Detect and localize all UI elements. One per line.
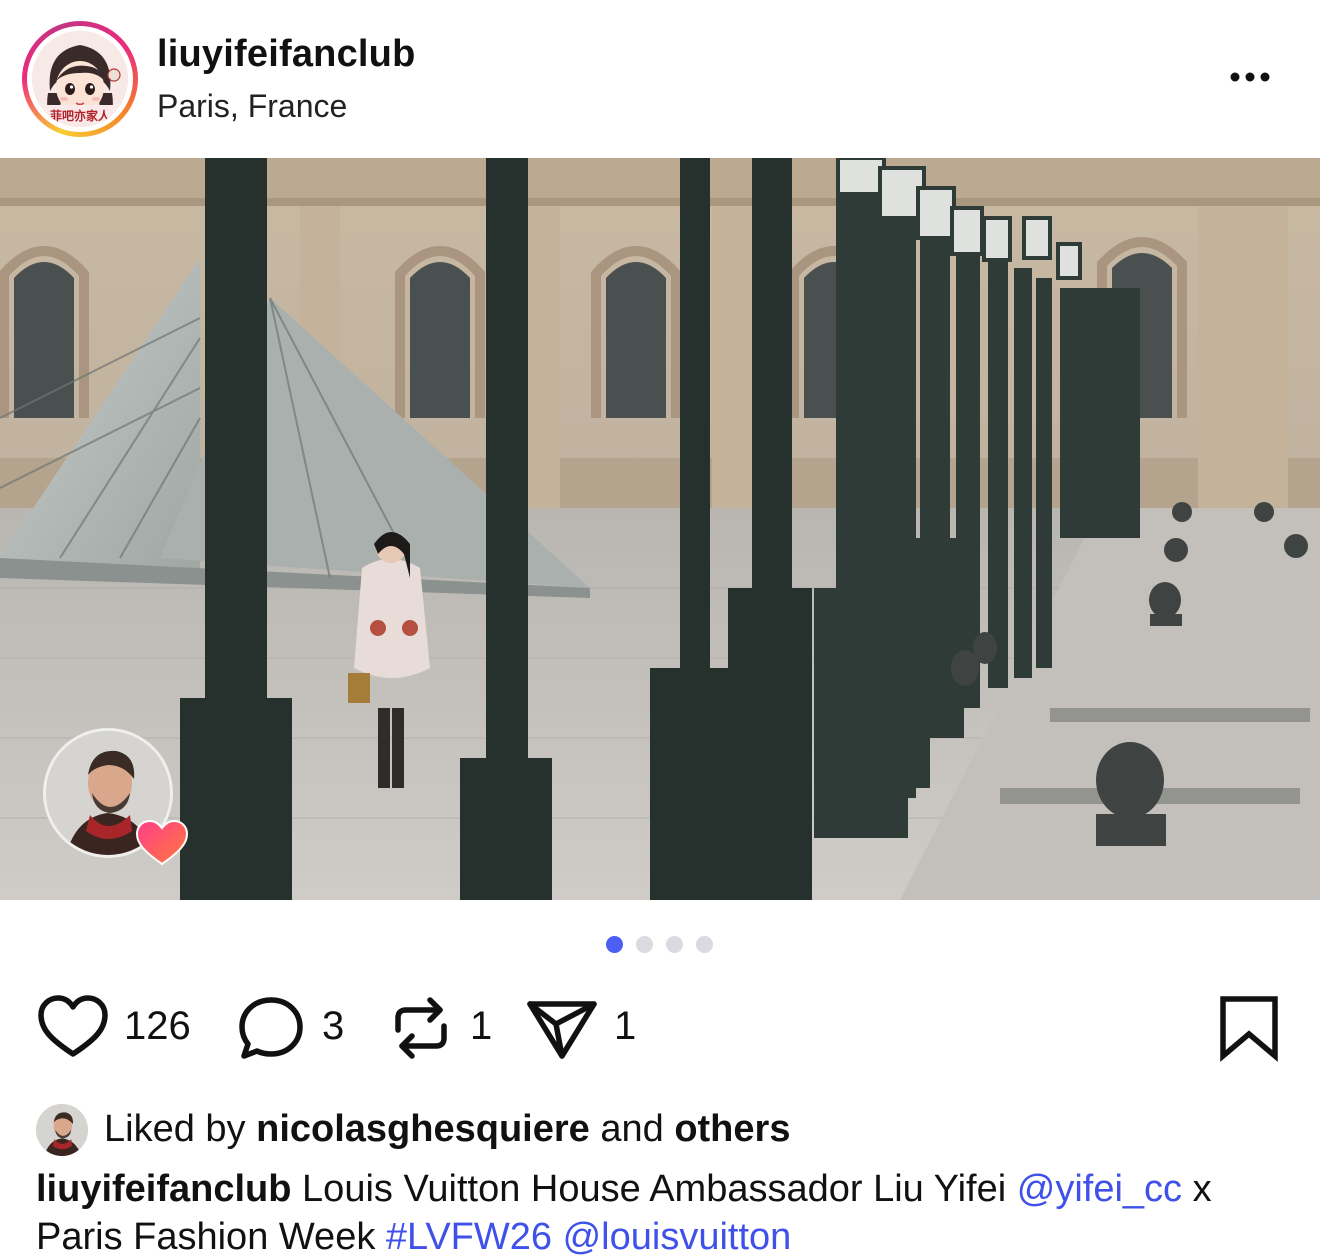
post-actions: 126 3 1 1 (0, 990, 1320, 1070)
comment-bubble-icon (239, 997, 303, 1059)
save-button[interactable] (1218, 990, 1280, 1062)
shares-count: 1 (614, 1004, 637, 1048)
post-caption: liuyifeifanclub Louis Vuitton House Amba… (36, 1165, 1296, 1255)
louvre-lampposts-photo (0, 158, 1320, 900)
comments-count: 3 (322, 1004, 345, 1048)
likes-summary: Liked by nicolasghesquiere and others (104, 1108, 790, 1151)
carousel-dot-3[interactable] (666, 936, 683, 953)
post-page: 菲吧亦家人 liuyifeifanclub Paris, France 126 … (0, 0, 1320, 1255)
likes-prefix: Liked by (104, 1108, 246, 1150)
caption-username[interactable]: liuyifeifanclub (36, 1168, 291, 1210)
likes-others[interactable]: others (674, 1108, 790, 1150)
post-username[interactable]: liuyifeifanclub (157, 33, 415, 76)
caption-text-1: Louis Vuitton House Ambassador Liu Yifei (302, 1168, 1007, 1210)
carousel-dot-1[interactable] (606, 936, 623, 953)
cartoon-avatar-image: 菲吧亦家人 (32, 31, 128, 127)
post-header: 菲吧亦家人 liuyifeifanclub Paris, France (0, 0, 1320, 158)
reposts-count: 1 (470, 1004, 493, 1048)
profile-avatar[interactable]: 菲吧亦家人 (22, 21, 138, 137)
repost-button[interactable]: 1 (388, 990, 498, 1062)
more-horizontal-icon (1230, 72, 1270, 82)
post-photo[interactable] (0, 158, 1320, 900)
bookmark-outline-icon (1220, 996, 1278, 1062)
repost-icon (395, 997, 447, 1059)
liker-avatar (36, 1104, 88, 1156)
likes-and: and (600, 1108, 664, 1150)
share-button[interactable]: 1 (526, 990, 636, 1062)
heart-outline-icon (38, 995, 108, 1057)
liked-by-row[interactable]: Liked by nicolasghesquiere and others (36, 1100, 1296, 1156)
post-location[interactable]: Paris, France (157, 88, 347, 125)
like-button[interactable]: 126 (36, 990, 206, 1062)
caption-hashtag[interactable]: #LVFW26 (386, 1216, 552, 1255)
caption-mention-yifei[interactable]: @yifei_cc (1017, 1168, 1182, 1210)
caption-mention-louisvuitton[interactable]: @louisvuitton (563, 1216, 792, 1255)
avatar-badge-text: 菲吧亦家人 (49, 109, 110, 123)
heart-filled-icon (135, 820, 189, 866)
likes-count: 126 (124, 1004, 191, 1048)
more-options-button[interactable] (1220, 55, 1280, 99)
carousel-dot-2[interactable] (636, 936, 653, 953)
liker-username[interactable]: nicolasghesquiere (256, 1108, 590, 1150)
comment-button[interactable]: 3 (236, 990, 356, 1062)
carousel-dot-4[interactable] (696, 936, 713, 953)
carousel-indicator (0, 936, 1320, 956)
send-paper-plane-icon (527, 1001, 597, 1059)
